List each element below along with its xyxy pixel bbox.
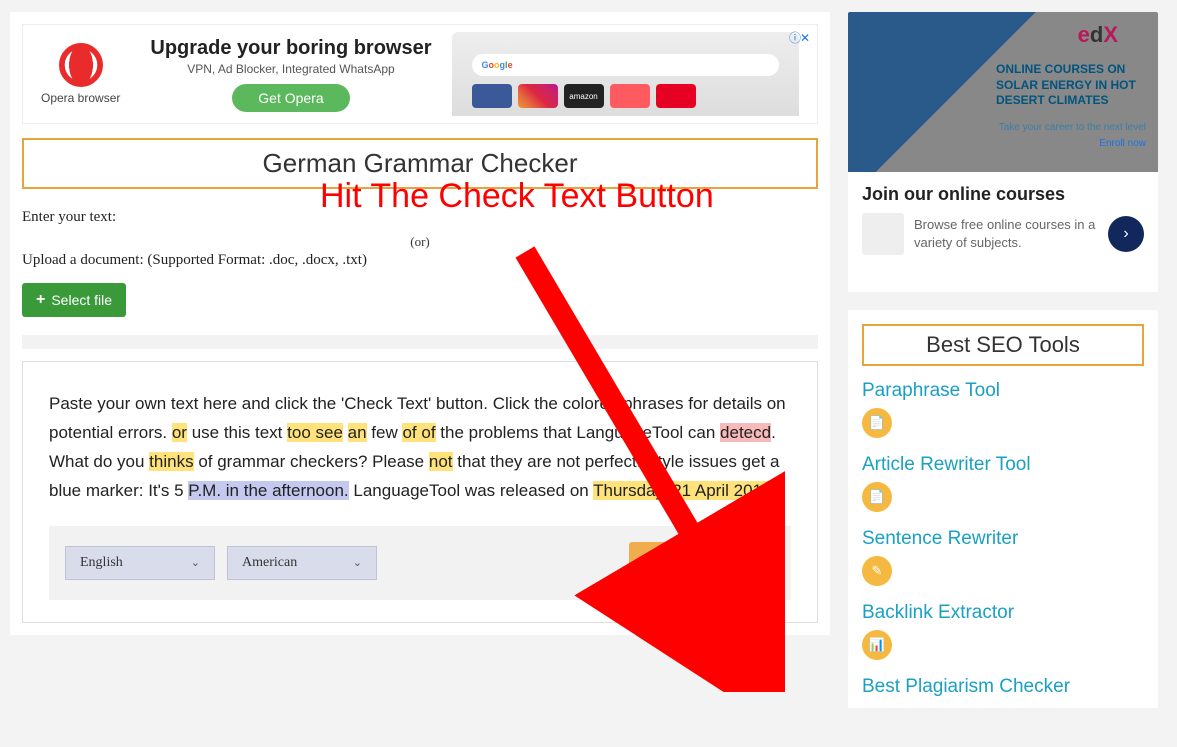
get-opera-button[interactable]: Get Opera: [232, 84, 349, 112]
sidebar: ⓘ✕ edX ONLINE COURSES ON SOLAR ENERGY IN…: [848, 12, 1158, 708]
highlight-too-see[interactable]: too see: [287, 423, 343, 442]
or-label: (or): [22, 234, 818, 250]
divider-bar: [22, 335, 818, 349]
language-dropdown[interactable]: English ⌄: [65, 546, 215, 580]
ad-side-image: edX ONLINE COURSES ON SOLAR ENERGY IN HO…: [848, 12, 1158, 172]
ad-top-center: Upgrade your boring browser VPN, Ad Bloc…: [150, 37, 431, 112]
highlight-thinks[interactable]: thinks: [149, 452, 193, 471]
arrow-right-icon[interactable]: ›: [1108, 216, 1144, 252]
ad-top-title: Upgrade your boring browser: [150, 37, 431, 60]
tool-link-paraphrase[interactable]: Paraphrase Tool: [862, 380, 1144, 402]
ad-side-title: Join our online courses: [862, 184, 1144, 205]
tool-item: Backlink Extractor 📊: [862, 602, 1144, 660]
ad-top-subtitle: VPN, Ad Blocker, Integrated WhatsApp: [150, 62, 431, 76]
clear-button[interactable]: [629, 542, 671, 584]
ad-side-desc: Browse free online courses in a variety …: [914, 216, 1098, 252]
chart-icon: 📊: [862, 630, 892, 660]
highlight-date[interactable]: Thursday, 21 April 2018: [593, 481, 771, 500]
highlight-an[interactable]: an: [348, 423, 367, 442]
highlight-detecd[interactable]: detecd: [720, 423, 771, 442]
check-text-button[interactable]: Check Text: [683, 542, 775, 584]
page-title: German Grammar Checker: [22, 138, 818, 189]
variant-dropdown[interactable]: American ⌄: [227, 546, 377, 580]
tool-item: Sentence Rewriter ✎: [862, 528, 1144, 586]
opera-logo: Opera browser: [31, 39, 130, 109]
ad-side-enroll[interactable]: Enroll now: [1099, 138, 1146, 149]
select-file-button[interactable]: + Select file: [22, 283, 126, 317]
opera-brand-label: Opera browser: [41, 91, 120, 105]
chevron-down-icon: ⌄: [353, 556, 362, 569]
highlight-pm[interactable]: P.M. in the afternoon.: [188, 481, 348, 500]
opera-icon: [59, 43, 103, 87]
upload-label: Upload a document: (Supported Format: .d…: [22, 252, 818, 269]
editor-toolbar: English ⌄ American ⌄ Check Text: [49, 526, 791, 600]
ad-top-preview: Google amazon: [452, 32, 799, 116]
document-icon: 📄: [862, 482, 892, 512]
tool-link-plagiarism-checker[interactable]: Best Plagiarism Checker: [862, 676, 1144, 698]
plus-icon: +: [36, 291, 45, 309]
tool-link-article-rewriter[interactable]: Article Rewriter Tool: [862, 454, 1144, 476]
edit-icon: ✎: [862, 556, 892, 586]
highlight-or[interactable]: or: [172, 423, 187, 442]
editor-content[interactable]: Paste your own text here and click the '…: [49, 390, 791, 506]
highlight-of-of[interactable]: of of: [402, 423, 435, 442]
enter-text-label: Enter your text:: [22, 209, 818, 226]
text-editor[interactable]: Paste your own text here and click the '…: [22, 361, 818, 623]
tool-item: Article Rewriter Tool 📄: [862, 454, 1144, 512]
google-logo: Google: [482, 60, 513, 70]
ad-side-thumb: [862, 213, 904, 255]
seo-tools-panel: Best SEO Tools Paraphrase Tool 📄 Article…: [848, 310, 1158, 708]
tools-title: Best SEO Tools: [862, 324, 1144, 366]
ad-side-headline: ONLINE COURSES ON SOLAR ENERGY IN HOT DE…: [996, 62, 1146, 109]
adchoices-icon[interactable]: ⓘ✕: [789, 29, 809, 46]
tool-link-backlink-extractor[interactable]: Backlink Extractor: [862, 602, 1144, 624]
chevron-down-icon: ⌄: [191, 556, 200, 569]
ad-top-banner[interactable]: Opera browser Upgrade your boring browse…: [22, 24, 818, 124]
highlight-not[interactable]: not: [429, 452, 453, 471]
edx-logo: edX: [1078, 22, 1118, 48]
main-panel: Opera browser Upgrade your boring browse…: [10, 12, 830, 635]
tool-link-sentence-rewriter[interactable]: Sentence Rewriter: [862, 528, 1144, 550]
tool-item: Best Plagiarism Checker: [862, 676, 1144, 698]
tool-item: Paraphrase Tool 📄: [862, 380, 1144, 438]
trash-icon: [641, 553, 659, 573]
document-icon: 📄: [862, 408, 892, 438]
ad-side-banner[interactable]: ⓘ✕ edX ONLINE COURSES ON SOLAR ENERGY IN…: [848, 12, 1158, 292]
ad-side-tagline: Take your career to the next level: [999, 122, 1146, 133]
